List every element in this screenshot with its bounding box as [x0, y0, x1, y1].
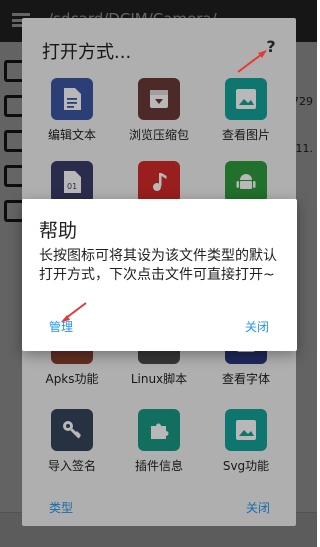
- arrow-to-help-icon: [237, 50, 267, 73]
- arrow-to-manage-button: [61, 302, 87, 322]
- annotation-arrows: [61, 50, 267, 322]
